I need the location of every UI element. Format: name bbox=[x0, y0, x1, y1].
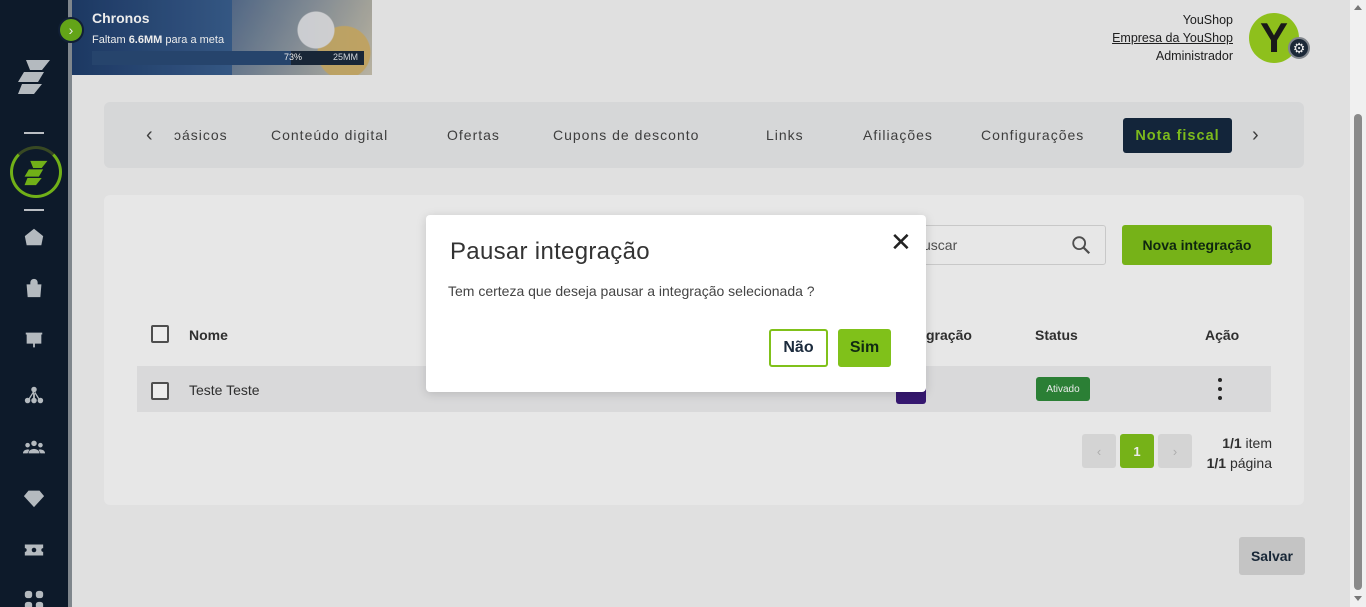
scrollbar[interactable] bbox=[1350, 0, 1366, 607]
dialog-message: Tem certeza que deseja pausar a integraç… bbox=[448, 283, 815, 299]
scroll-down-icon[interactable] bbox=[1354, 596, 1362, 601]
pause-integration-dialog: Pausar integração ✕ Tem certeza que dese… bbox=[426, 215, 926, 392]
cancel-button[interactable]: Não bbox=[769, 329, 828, 367]
scrollbar-thumb[interactable] bbox=[1354, 114, 1362, 590]
close-icon[interactable]: ✕ bbox=[890, 229, 912, 255]
dialog-title: Pausar integração bbox=[450, 238, 650, 265]
scroll-up-icon[interactable] bbox=[1354, 5, 1362, 10]
confirm-button[interactable]: Sim bbox=[838, 329, 891, 367]
